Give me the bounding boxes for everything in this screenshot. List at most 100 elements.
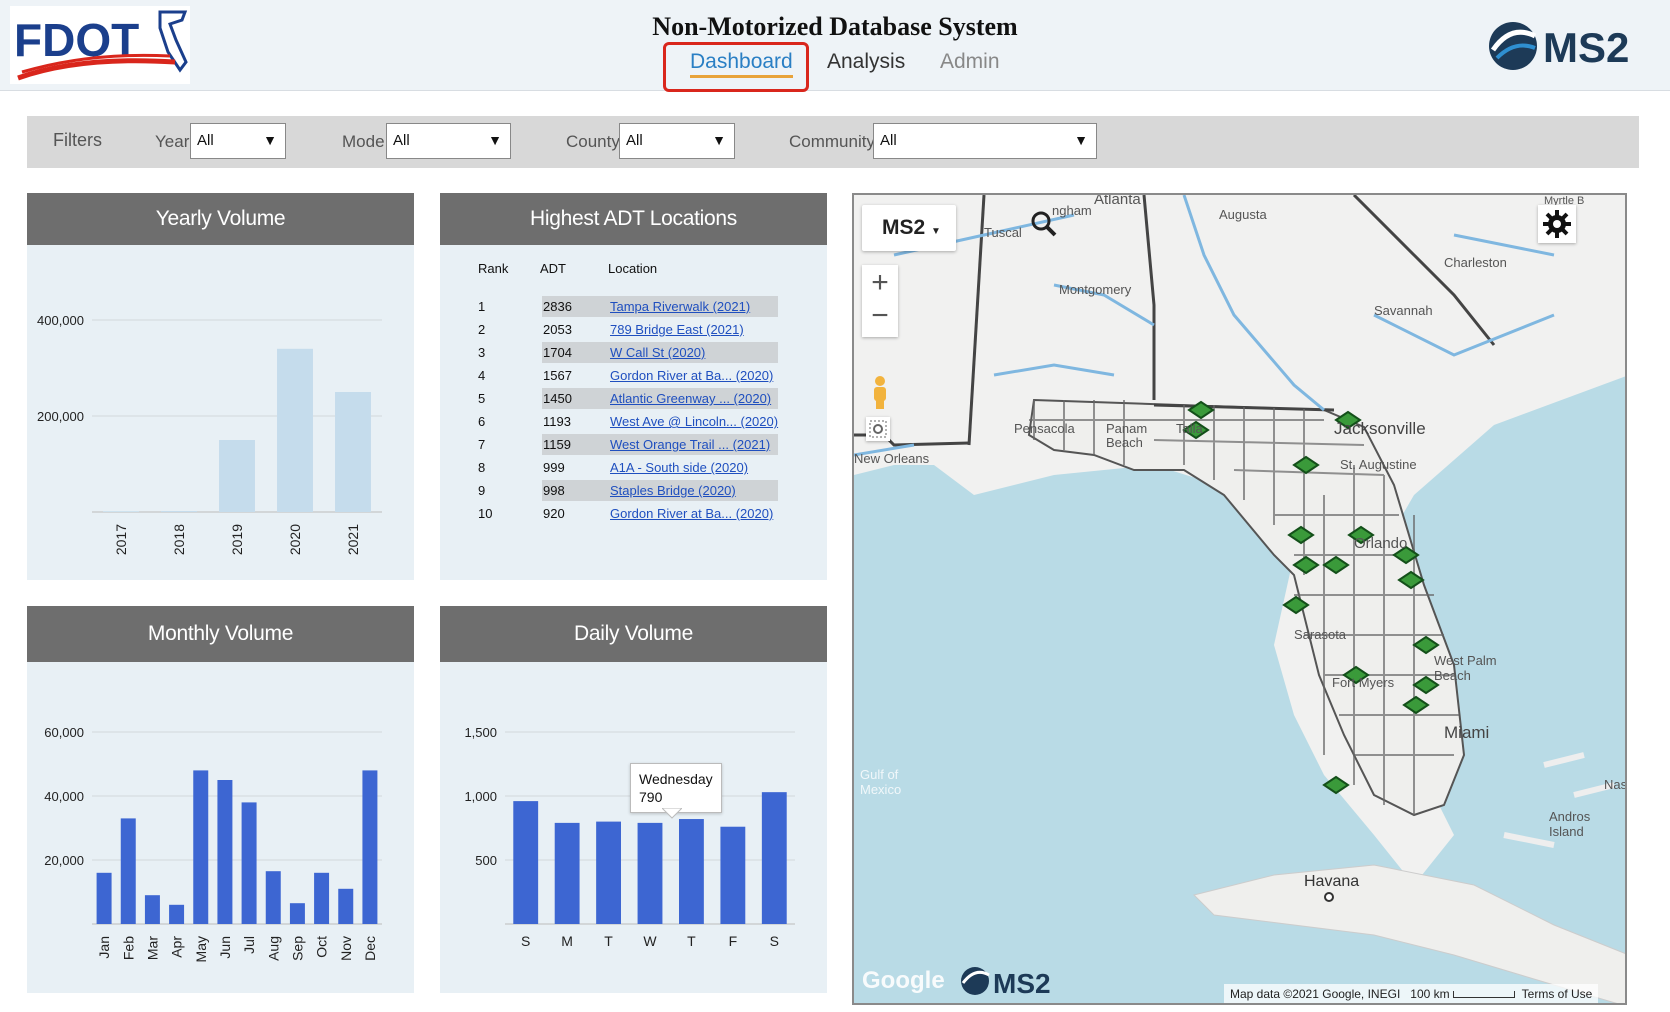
map-place-label: Beach bbox=[1106, 435, 1143, 450]
map-canvas[interactable] bbox=[854, 195, 1627, 1005]
map-place-label: Miami bbox=[1444, 723, 1490, 742]
adt-rank: 9 bbox=[478, 483, 486, 498]
chart-xtick-label: Aug bbox=[265, 936, 281, 961]
zoom-area-icon[interactable] bbox=[866, 417, 890, 441]
nav-admin[interactable]: Admin bbox=[940, 50, 1000, 74]
street-view-pegman-icon[interactable] bbox=[870, 375, 890, 411]
yearly-volume-chart: 200,000 400,000 2017 2018 2019 2020 2021 bbox=[37, 313, 382, 555]
adt-rank: 5 bbox=[478, 391, 486, 406]
chart-xtick-label: 2019 bbox=[229, 524, 245, 555]
chart-bar[interactable] bbox=[103, 511, 139, 512]
chart-bar[interactable] bbox=[362, 770, 378, 924]
county-filter-select[interactable]: All ▼ bbox=[619, 123, 735, 159]
tooltip-value: 790 bbox=[639, 789, 663, 805]
chart-ytick-label: 1,000 bbox=[464, 789, 497, 804]
adt-location-link[interactable]: Staples Bridge (2020) bbox=[610, 483, 736, 503]
adt-location-link[interactable]: Gordon River at Ba... (2020) bbox=[610, 368, 773, 388]
chart-bar[interactable] bbox=[120, 818, 136, 924]
map-place-label: Montgomery bbox=[1059, 282, 1132, 297]
map-place-label: New Orleans bbox=[854, 451, 930, 466]
chart-bar[interactable] bbox=[596, 821, 621, 924]
year-filter-select[interactable]: All ▼ bbox=[190, 123, 286, 159]
chart-xtick-label: Sep bbox=[289, 936, 305, 961]
community-filter-select[interactable]: All ▼ bbox=[873, 123, 1097, 159]
adt-rank: 8 bbox=[478, 460, 486, 475]
filters-title: Filters bbox=[53, 130, 102, 150]
chevron-down-icon: ▼ bbox=[1074, 132, 1088, 148]
zoom-in-button[interactable]: + bbox=[862, 265, 898, 301]
chart-bar[interactable] bbox=[144, 895, 160, 924]
monthly-volume-title: Monthly Volume bbox=[27, 606, 414, 662]
adt-location-link[interactable]: West Ave @ Lincoln... (2020) bbox=[610, 414, 778, 434]
adt-rank: 6 bbox=[478, 414, 486, 429]
nav-highlight-box bbox=[663, 42, 809, 92]
yearly-volume-title: Yearly Volume bbox=[27, 193, 414, 245]
map-settings-button[interactable] bbox=[1538, 205, 1576, 243]
chart-xtick-label: Dec bbox=[362, 936, 378, 961]
chart-bar[interactable] bbox=[335, 392, 371, 512]
chart-ytick-label: 200,000 bbox=[37, 409, 84, 424]
chart-bar[interactable] bbox=[241, 802, 257, 924]
map-layer-label: MS2 bbox=[882, 216, 926, 239]
map-place-label: Orlando bbox=[1354, 535, 1408, 552]
map-terms-link[interactable]: Terms of Use bbox=[1522, 987, 1593, 1001]
adt-value: 920 bbox=[543, 506, 565, 521]
chart-xtick-label: Feb bbox=[120, 936, 136, 960]
chart-xtick-label: Apr bbox=[169, 936, 185, 958]
chart-bar[interactable] bbox=[720, 826, 746, 924]
caret-down-icon: ▼ bbox=[931, 226, 941, 237]
chart-bar[interactable] bbox=[554, 822, 580, 924]
chart-bar[interactable] bbox=[314, 872, 330, 924]
mode-filter-select[interactable]: All ▼ bbox=[386, 123, 511, 159]
chart-bar[interactable] bbox=[217, 780, 233, 924]
highest-adt-panel: Highest ADT Locations Rank ADT Location … bbox=[440, 193, 827, 580]
community-filter-label: Community bbox=[789, 132, 875, 151]
google-logo: Google bbox=[862, 967, 945, 994]
chart-bar[interactable] bbox=[169, 904, 185, 924]
chart-ytick-label: 500 bbox=[475, 853, 497, 868]
chart-xtick-label: Jun bbox=[217, 936, 233, 959]
adt-location-link[interactable]: 789 Bridge East (2021) bbox=[610, 322, 744, 342]
chart-tooltip: Wednesday 790 bbox=[630, 763, 722, 813]
adt-location-link[interactable]: A1A - South side (2020) bbox=[610, 460, 748, 480]
chart-xtick-label: 2021 bbox=[345, 524, 361, 555]
mode-filter-label: Mode bbox=[342, 132, 385, 151]
chart-xtick-label: W bbox=[643, 933, 657, 949]
page-title: Non-Motorized Database System bbox=[652, 12, 1018, 41]
zoom-out-button[interactable]: − bbox=[862, 301, 898, 337]
chart-bar[interactable] bbox=[161, 511, 197, 512]
adt-location-link[interactable]: West Orange Trail ... (2021) bbox=[610, 437, 770, 457]
chart-bar[interactable] bbox=[96, 872, 112, 924]
chevron-down-icon: ▼ bbox=[263, 132, 277, 148]
adt-rank: 4 bbox=[478, 368, 486, 383]
chart-bar[interactable] bbox=[277, 348, 313, 512]
nav-analysis[interactable]: Analysis bbox=[827, 50, 905, 74]
chart-xtick-label: Oct bbox=[314, 936, 330, 958]
chart-bar[interactable] bbox=[637, 822, 663, 924]
chart-xtick-label: 2018 bbox=[171, 524, 187, 555]
map-layer-selector[interactable]: MS2 ▼ bbox=[862, 205, 956, 251]
chart-bar[interactable] bbox=[338, 888, 354, 924]
adt-table: 1 2836 Tampa Riverwalk (2021) 2 2053 789… bbox=[440, 193, 827, 580]
chart-bar[interactable] bbox=[265, 871, 281, 924]
chart-bar[interactable] bbox=[679, 819, 704, 924]
chart-xtick-label: S bbox=[770, 933, 779, 949]
map-attribution: Map data ©2021 Google, INEGI bbox=[1230, 987, 1401, 1001]
chart-bar[interactable] bbox=[289, 903, 305, 924]
adt-location-link[interactable]: Gordon River at Ba... (2020) bbox=[610, 506, 773, 526]
chart-xtick-label: Mar bbox=[144, 936, 160, 960]
chart-bar[interactable] bbox=[513, 801, 539, 924]
adt-location-link[interactable]: Atlantic Greenway ... (2020) bbox=[610, 391, 771, 411]
adt-location-link[interactable]: W Call St (2020) bbox=[610, 345, 705, 365]
map-place-label: Augusta bbox=[1219, 207, 1267, 222]
adt-location-link[interactable]: Tampa Riverwalk (2021) bbox=[610, 299, 750, 319]
search-icon[interactable] bbox=[1029, 209, 1059, 239]
chart-bar[interactable] bbox=[193, 770, 209, 924]
map-attribution-bar: Map data ©2021 Google, INEGI 100 km Term… bbox=[1224, 984, 1599, 1003]
chart-bar[interactable] bbox=[219, 440, 255, 512]
chart-bar[interactable] bbox=[761, 792, 787, 924]
chart-xtick-label: 2017 bbox=[113, 524, 129, 555]
chart-xtick-label: Jan bbox=[96, 936, 112, 959]
map-view[interactable]: Atlanta Montgomery Augusta Charleston Sa… bbox=[852, 193, 1627, 1005]
monthly-volume-panel: Monthly Volume 20,000 40,000 60,000 Jan Feb M… bbox=[27, 606, 414, 993]
